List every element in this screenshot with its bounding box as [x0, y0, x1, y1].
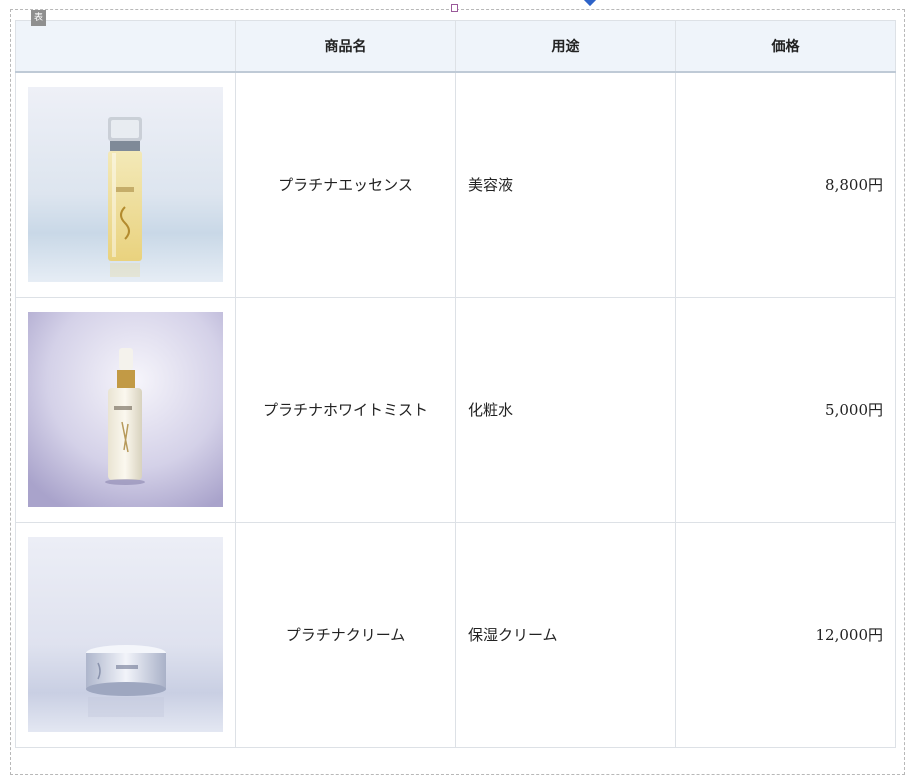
product-name-cell[interactable]: プラチナエッセンス	[235, 71, 456, 298]
use-cell[interactable]: 美容液	[455, 71, 676, 298]
header-product-name[interactable]: 商品名	[235, 20, 456, 73]
image-cell[interactable]	[15, 71, 236, 298]
product-name-cell[interactable]: プラチナクリーム	[235, 521, 456, 748]
table-row: プラチナホワイトミスト 化粧水 5,000円	[15, 296, 896, 523]
header-use[interactable]: 用途	[455, 20, 676, 73]
image-cell[interactable]	[15, 521, 236, 748]
table-row: プラチナエッセンス 美容液 8,800円	[15, 71, 896, 298]
product-table[interactable]: 商品名 用途 価格 プラチナエッセンス 美容液 8,800円 プラチナホワイトミ…	[15, 20, 896, 748]
price-cell[interactable]: 5,000円	[675, 296, 896, 523]
mist-bottle-photo[interactable]	[28, 312, 223, 507]
price-cell[interactable]: 8,800円	[675, 71, 896, 298]
cream-jar-photo[interactable]	[28, 537, 223, 732]
header-image[interactable]	[15, 20, 236, 73]
use-cell[interactable]: 保湿クリーム	[455, 521, 676, 748]
table-row: プラチナクリーム 保湿クリーム 12,000円	[15, 521, 896, 748]
insert-marker-icon[interactable]	[582, 0, 598, 7]
essence-bottle-photo[interactable]	[28, 87, 223, 283]
image-cell[interactable]	[15, 296, 236, 523]
resize-handle[interactable]	[451, 4, 458, 12]
price-cell[interactable]: 12,000円	[675, 521, 896, 748]
table-block-tag[interactable]: 表	[31, 10, 46, 26]
product-name-cell[interactable]: プラチナホワイトミスト	[235, 296, 456, 523]
use-cell[interactable]: 化粧水	[455, 296, 676, 523]
table-header-row: 商品名 用途 価格	[15, 20, 896, 73]
header-price[interactable]: 価格	[675, 20, 896, 73]
